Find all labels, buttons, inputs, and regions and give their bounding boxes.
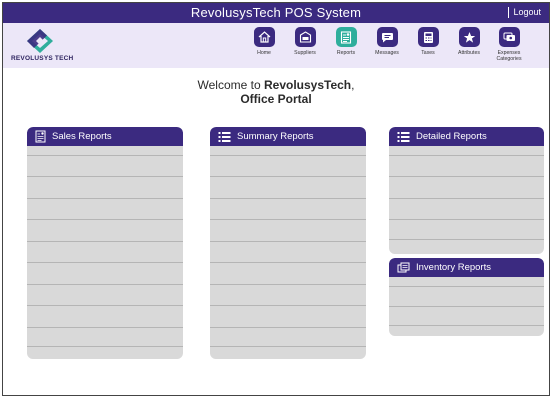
nav-item-messages[interactable]: Messages <box>365 27 409 56</box>
list-row-divider <box>389 219 544 220</box>
nav-label-reports: Reports <box>336 50 356 56</box>
welcome-line2: Office Portal <box>240 92 312 106</box>
list-row-divider <box>389 286 544 287</box>
list-row-divider <box>210 241 366 242</box>
list-row-divider <box>210 346 366 347</box>
nav-label-messages: Messages <box>375 50 399 56</box>
sales-reports-panel: Sales Reports <box>27 127 183 359</box>
sales-reports-header[interactable]: Sales Reports <box>27 127 183 146</box>
taxes-icon <box>417 27 439 47</box>
list-row-divider <box>27 327 183 328</box>
home-icon <box>253 27 275 47</box>
logo-text: REVOLUSYS TECH <box>11 55 74 62</box>
list-row-divider <box>389 306 544 307</box>
summary-reports-panel: Summary Reports <box>210 127 366 359</box>
nav-label-home: Home <box>257 50 271 56</box>
nav-item-reports[interactable]: Reports <box>324 27 368 56</box>
nav-item-taxes[interactable]: Taxes <box>406 27 450 56</box>
nav-bar: REVOLUSYS TECH Home Suppliers Reports Me… <box>3 23 549 68</box>
list-row-divider <box>389 325 544 326</box>
list-row-divider <box>389 198 544 199</box>
app-window: RevolusysTech POS System Logout REVOLUSY… <box>2 2 550 396</box>
detailed-reports-header[interactable]: Detailed Reports <box>389 127 544 146</box>
star-icon <box>458 27 480 47</box>
inventory-reports-panel: Inventory Reports <box>389 258 544 336</box>
list-row-divider <box>27 176 183 177</box>
nav-label-suppliers: Suppliers <box>294 50 316 56</box>
nav-item-expenses-categories[interactable]: Expenses Categories <box>487 27 531 62</box>
summary-reports-title: Summary Reports <box>237 131 314 142</box>
welcome-prefix: Welcome to <box>197 78 264 92</box>
app-title: RevolusysTech POS System <box>190 5 362 20</box>
detailed-reports-title: Detailed Reports <box>416 131 487 142</box>
nav-item-attributes[interactable]: Attributes <box>447 27 491 56</box>
nav-item-suppliers[interactable]: Suppliers <box>283 27 327 56</box>
detailed-reports-panel: Detailed Reports <box>389 127 544 254</box>
list-row-divider <box>27 241 183 242</box>
list-row-divider <box>210 327 366 328</box>
detailed-reports-list <box>389 146 544 254</box>
nav-item-home[interactable]: Home <box>242 27 286 56</box>
nav-label-expenses-categories: Expenses Categories <box>496 50 522 62</box>
list-row-divider <box>27 305 183 306</box>
welcome-message: Welcome to RevolusysTech, Office Portal <box>3 78 549 106</box>
list-row-divider <box>389 176 544 177</box>
list-row-divider <box>27 262 183 263</box>
list-row-divider <box>210 155 366 156</box>
list-row-divider <box>210 262 366 263</box>
list-row-divider <box>27 219 183 220</box>
expenses-icon <box>498 27 520 47</box>
list-icon <box>397 131 410 143</box>
list-row-divider <box>210 198 366 199</box>
inventory-icon <box>397 262 410 274</box>
logo[interactable]: REVOLUSYS TECH <box>11 28 74 64</box>
top-bar: RevolusysTech POS System Logout <box>3 3 549 23</box>
welcome-suffix: , <box>351 78 355 92</box>
list-row-divider <box>27 198 183 199</box>
logo-icon <box>27 29 53 53</box>
list-row-divider <box>389 155 544 156</box>
list-icon <box>218 131 231 143</box>
welcome-brand: RevolusysTech <box>263 78 352 92</box>
logout-button[interactable]: Logout <box>508 7 541 18</box>
list-row-divider <box>389 239 544 240</box>
list-row-divider <box>27 155 183 156</box>
list-row-divider <box>210 305 366 306</box>
messages-icon <box>376 27 398 47</box>
sales-reports-list <box>27 146 183 359</box>
sales-reports-title: Sales Reports <box>52 131 112 142</box>
report-document-icon <box>35 130 46 143</box>
summary-reports-header[interactable]: Summary Reports <box>210 127 366 146</box>
list-row-divider <box>210 284 366 285</box>
list-row-divider <box>27 284 183 285</box>
nav-label-taxes: Taxes <box>421 50 435 56</box>
inventory-reports-title: Inventory Reports <box>416 262 491 273</box>
reports-icon <box>335 27 357 47</box>
nav-label-attributes: Attributes <box>458 50 480 56</box>
inventory-reports-header[interactable]: Inventory Reports <box>389 258 544 277</box>
list-row-divider <box>27 346 183 347</box>
inventory-reports-list <box>389 277 544 336</box>
suppliers-icon <box>294 27 316 47</box>
summary-reports-list <box>210 146 366 359</box>
list-row-divider <box>210 219 366 220</box>
list-row-divider <box>210 176 366 177</box>
